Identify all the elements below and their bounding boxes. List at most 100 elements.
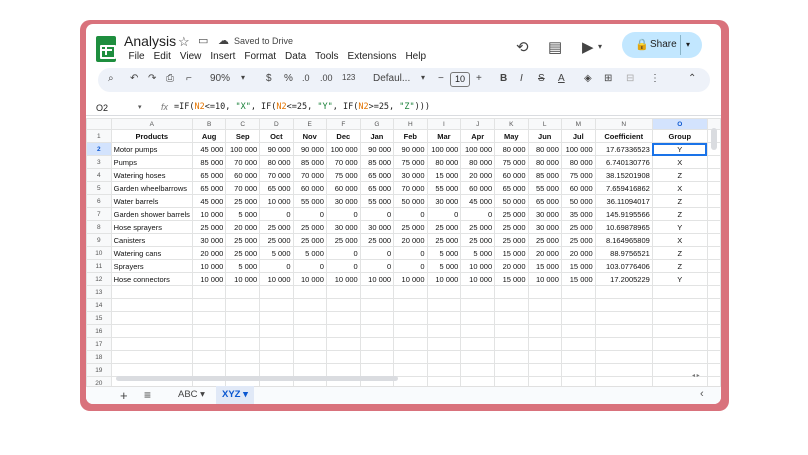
cell[interactable]	[494, 298, 529, 312]
currency-format-button[interactable]: $	[266, 73, 272, 84]
font-family-select[interactable]: Defaul...	[373, 73, 410, 84]
cell[interactable]: 10 000	[191, 272, 227, 286]
cell[interactable]: 25 000	[259, 220, 294, 234]
cell[interactable]: 70 000	[292, 168, 327, 182]
cell[interactable]: 145.9195566	[594, 207, 653, 221]
sheet-tab-abc[interactable]: ABC ▾	[172, 386, 211, 404]
cell[interactable]: 10 000	[426, 272, 462, 286]
cell[interactable]: 20 000	[494, 259, 529, 273]
cell[interactable]	[359, 298, 395, 312]
cell[interactable]	[494, 324, 529, 338]
cell[interactable]: Sep	[225, 129, 261, 143]
cell[interactable]	[494, 285, 529, 299]
cell[interactable]: 20 000	[225, 220, 261, 234]
cell[interactable]: 0	[259, 259, 294, 273]
cell[interactable]	[494, 337, 529, 351]
cell[interactable]	[292, 285, 327, 299]
cell[interactable]: X	[651, 233, 708, 247]
share-button[interactable]: 🔒 Share ▾	[622, 32, 702, 58]
cell[interactable]	[460, 311, 496, 325]
cell[interactable]: 5 000	[292, 246, 327, 260]
borders-icon[interactable]: ⊞	[604, 73, 612, 84]
cell[interactable]: 0	[292, 259, 327, 273]
cell[interactable]: Y	[651, 220, 708, 234]
cell[interactable]: 25 000	[460, 233, 496, 247]
cell[interactable]	[110, 324, 193, 338]
cell[interactable]	[651, 298, 708, 312]
cell[interactable]: 55 000	[426, 181, 462, 195]
column-header-a[interactable]: A	[110, 118, 193, 130]
row-header[interactable]: 13	[86, 285, 112, 299]
cell[interactable]	[393, 350, 428, 364]
cell[interactable]	[110, 298, 193, 312]
cell[interactable]: 65 000	[494, 181, 529, 195]
cell[interactable]	[325, 337, 361, 351]
row-header[interactable]: 17	[86, 337, 112, 351]
column-header-k[interactable]: K	[494, 118, 529, 130]
cell[interactable]	[325, 311, 361, 325]
cell[interactable]: 25 000	[191, 220, 227, 234]
spreadsheet-grid[interactable]: ABCDEFGHIJKLMNO 1 Products Aug Sep Oct Nov Dec…	[86, 118, 721, 386]
column-header-i[interactable]: I	[426, 118, 462, 130]
move-folder-icon[interactable]: ▭	[198, 34, 208, 47]
cell[interactable]	[527, 350, 562, 364]
cell[interactable]	[110, 363, 193, 377]
column-header-f[interactable]: F	[325, 118, 361, 130]
name-box-dropdown-icon[interactable]: ▾	[138, 103, 142, 111]
cell[interactable]: 0	[259, 207, 294, 221]
cell[interactable]	[359, 350, 395, 364]
cell[interactable]	[527, 376, 562, 386]
cell[interactable]: 80 000	[259, 155, 294, 169]
cell[interactable]	[325, 363, 361, 377]
menu-tools[interactable]: Tools	[311, 51, 343, 62]
cell[interactable]: 55 000	[292, 194, 327, 208]
cell[interactable]	[426, 324, 462, 338]
column-header-l[interactable]: L	[527, 118, 562, 130]
cell[interactable]	[527, 324, 562, 338]
cell[interactable]	[359, 337, 395, 351]
cell[interactable]: 30 000	[325, 194, 361, 208]
cell[interactable]	[259, 324, 294, 338]
cell[interactable]	[594, 363, 653, 377]
row-header[interactable]: 5	[86, 181, 112, 195]
cell[interactable]: 90 000	[259, 142, 294, 156]
formula-input[interactable]: =IF(N2<=10, "X", IF(N2<=25, "Y", IF(N2>=…	[174, 102, 430, 112]
cell[interactable]: 25 000	[259, 233, 294, 247]
cell[interactable]: May	[494, 129, 529, 143]
name-box[interactable]: O2	[96, 103, 108, 113]
cell[interactable]: Canisters	[110, 233, 193, 247]
menu-data[interactable]: Data	[281, 51, 311, 62]
cell[interactable]: 85 000	[359, 155, 395, 169]
cell[interactable]: 75 000	[560, 168, 596, 182]
cell[interactable]: 25 000	[560, 233, 596, 247]
cell[interactable]: 70 000	[225, 155, 261, 169]
cell[interactable]: 100 000	[225, 142, 261, 156]
cell[interactable]	[110, 337, 193, 351]
cell[interactable]: 70 000	[325, 155, 361, 169]
cell[interactable]: 45 000	[191, 142, 227, 156]
column-header-h[interactable]: H	[393, 118, 428, 130]
cell[interactable]: Oct	[259, 129, 294, 143]
cell[interactable]: 65 000	[359, 168, 395, 182]
vertical-scrollbar[interactable]	[711, 128, 717, 150]
cell[interactable]: Jul	[560, 129, 596, 143]
column-header-n[interactable]: N	[594, 118, 653, 130]
cell[interactable]: 25 000	[359, 233, 395, 247]
cell[interactable]: Pumps	[110, 155, 193, 169]
cell[interactable]	[325, 324, 361, 338]
search-menus-icon[interactable]: ⌕	[108, 73, 114, 84]
cell[interactable]: Z	[651, 194, 708, 208]
merge-cells-icon[interactable]: ⊟	[626, 73, 634, 84]
cell[interactable]: 20 000	[191, 246, 227, 260]
fill-color-icon[interactable]: ◈	[584, 73, 592, 84]
cell[interactable]: 25 000	[527, 233, 562, 247]
cell[interactable]	[426, 363, 462, 377]
cell[interactable]: 0	[393, 246, 428, 260]
cell[interactable]: 17.2005229	[594, 272, 653, 286]
cell[interactable]: 50 000	[393, 194, 428, 208]
cell[interactable]	[393, 376, 428, 386]
comments-icon[interactable]: ▤	[548, 38, 562, 56]
cell[interactable]	[259, 298, 294, 312]
cell[interactable]: 65 000	[191, 168, 227, 182]
cell[interactable]: 35 000	[560, 207, 596, 221]
